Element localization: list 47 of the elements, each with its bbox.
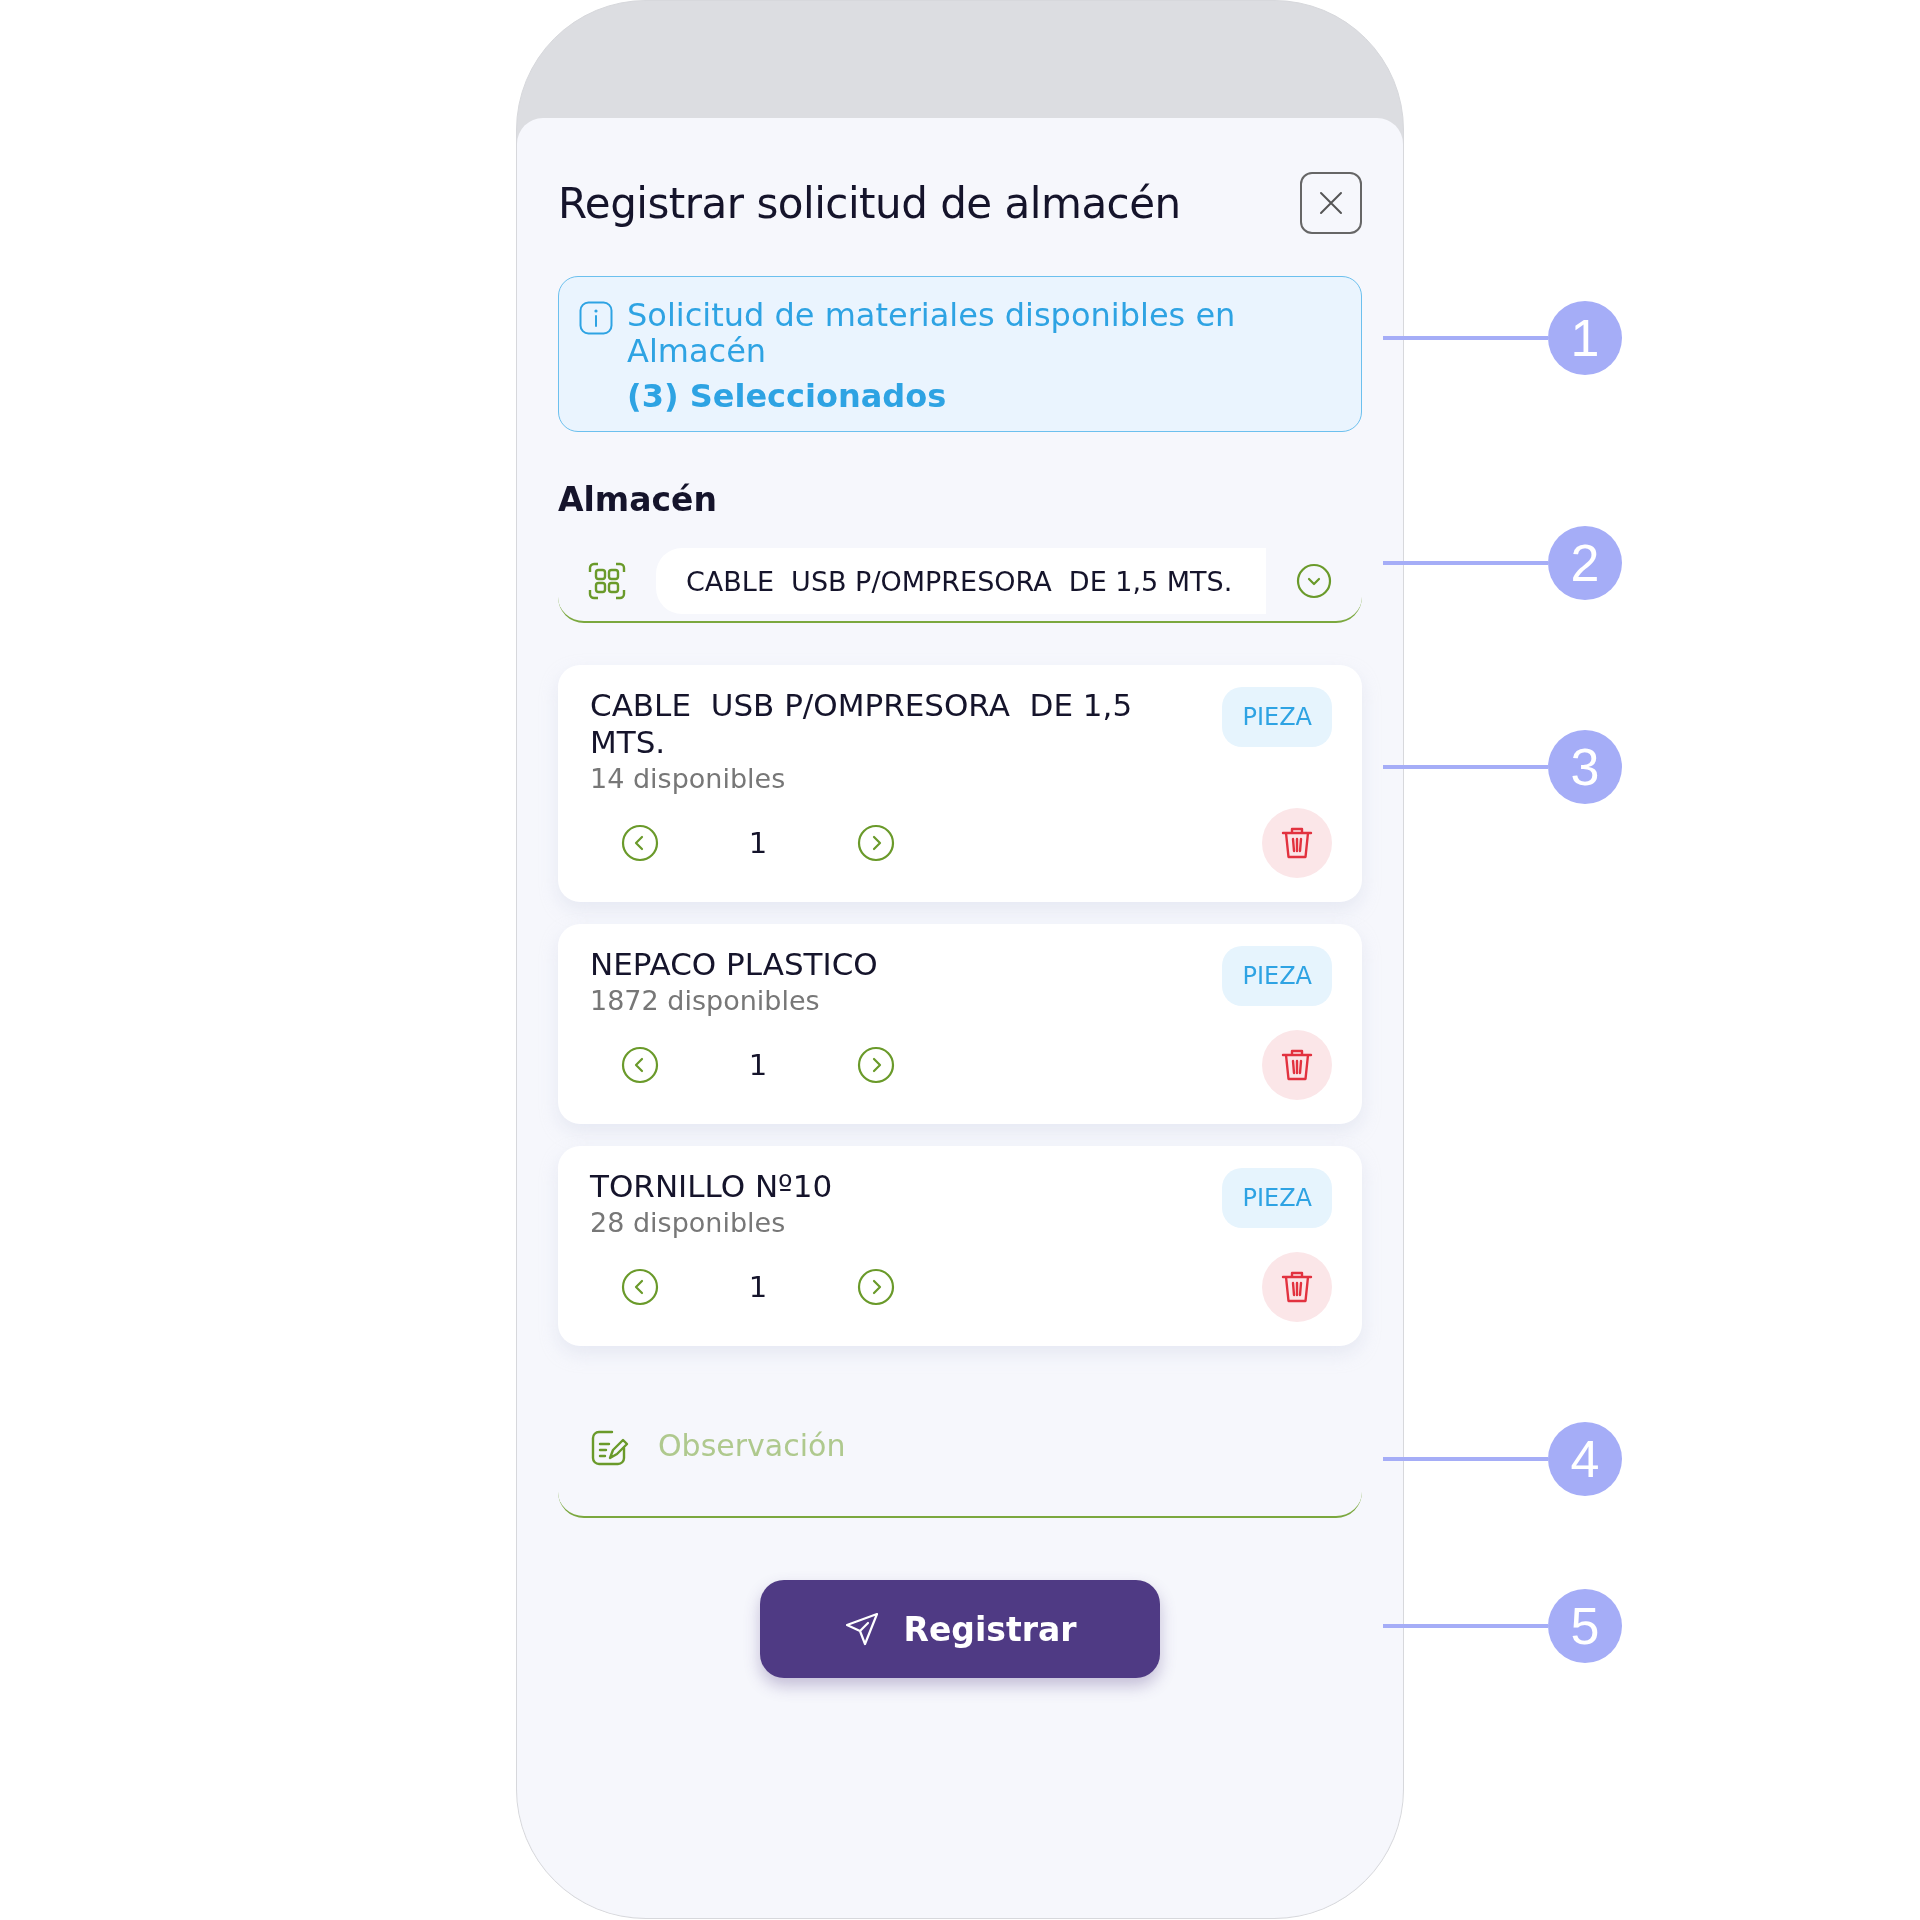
grid-icon	[588, 562, 626, 600]
decrease-button[interactable]	[620, 1045, 660, 1085]
submit-button[interactable]: Registrar	[760, 1580, 1160, 1678]
callout-number: 2	[1548, 526, 1622, 600]
quantity-value: 1	[747, 1048, 769, 1082]
decrease-button[interactable]	[620, 823, 660, 863]
chevron-left-icon	[621, 1268, 659, 1306]
chevron-right-icon	[857, 1046, 895, 1084]
available-count: 28 disponibles	[590, 1207, 787, 1238]
callout-number: 4	[1548, 1422, 1622, 1496]
available-count: 1872 disponibles	[590, 985, 821, 1016]
unit-badge: PIEZA	[1222, 946, 1332, 1006]
note-edit-icon	[590, 1428, 630, 1468]
trash-icon	[1281, 1270, 1313, 1304]
item-name: CABLE USB P/OMPRESORA DE 1,5 MTS.	[590, 687, 1134, 761]
info-icon	[579, 301, 613, 335]
unit-badge: PIEZA	[1222, 1168, 1332, 1228]
unit-badge: PIEZA	[1222, 687, 1332, 747]
callout-number: 1	[1548, 301, 1622, 375]
chevron-left-icon	[621, 1046, 659, 1084]
increase-button[interactable]	[856, 1267, 896, 1307]
info-message: Solicitud de materiales disponibles en Almacén	[627, 297, 1237, 369]
observation-field[interactable]: Observación	[658, 1428, 1330, 1463]
item-name: NEPACO PLASTICO	[590, 946, 878, 983]
close-button[interactable]	[1300, 172, 1362, 234]
trash-icon	[1281, 1048, 1313, 1082]
callout-number: 5	[1548, 1589, 1622, 1663]
increase-button[interactable]	[856, 1045, 896, 1085]
quantity-value: 1	[747, 1270, 769, 1304]
field-label: Almacén	[558, 480, 718, 519]
callout-number: 3	[1548, 730, 1622, 804]
selected-count: (3) Seleccionados	[627, 377, 948, 415]
available-count: 14 disponibles	[590, 763, 787, 794]
item-name: TORNILLO Nº10	[590, 1168, 833, 1205]
trash-icon	[1281, 826, 1313, 860]
decrease-button[interactable]	[620, 1267, 660, 1307]
chevron-right-icon	[857, 824, 895, 862]
dropdown-icon	[1296, 563, 1332, 599]
close-icon	[1318, 190, 1344, 216]
send-icon	[843, 1611, 880, 1647]
chevron-left-icon	[621, 824, 659, 862]
quantity-value: 1	[747, 826, 769, 860]
warehouse-select[interactable]: CABLE USB P/OMPRESORA DE 1,5 MTS.	[558, 541, 1362, 623]
dialog-title: Registrar solicitud de almacén	[558, 178, 1181, 228]
increase-button[interactable]	[856, 823, 896, 863]
chevron-right-icon	[857, 1268, 895, 1306]
selected-value: CABLE USB P/OMPRESORA DE 1,5 MTS.	[656, 548, 1266, 614]
